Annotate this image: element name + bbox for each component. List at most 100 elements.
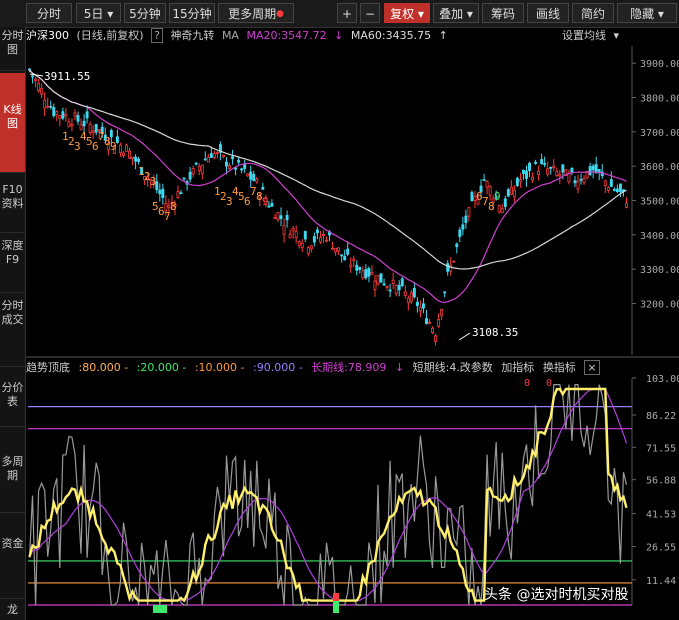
indicator-axis-label: 41.53 (646, 509, 676, 520)
candle-body (412, 287, 416, 298)
indicator-axis-label: 26.55 (646, 542, 676, 553)
candle-body (82, 120, 86, 127)
candle-body (367, 268, 371, 277)
candle-body (603, 180, 607, 186)
candle-body (458, 229, 462, 237)
candle-body (225, 161, 228, 167)
nine-turn-count: 9 (262, 195, 269, 208)
candle-body (297, 241, 301, 247)
candle-body (306, 247, 310, 254)
candle-body (94, 123, 98, 133)
candle-body (49, 105, 53, 108)
candle-body (309, 245, 313, 250)
candle-body (118, 144, 122, 154)
candle-body (243, 163, 247, 169)
candle-body (346, 248, 350, 255)
level-10: :10.000 - (194, 361, 245, 374)
candle-body (246, 173, 250, 177)
candle-body (388, 289, 392, 292)
candle-body (291, 228, 295, 232)
candle-body (158, 189, 162, 195)
candle-body (588, 166, 592, 175)
candle-body (397, 284, 401, 291)
long-line (28, 388, 628, 602)
bottom-signal-marker (153, 605, 167, 613)
candle-body (482, 179, 486, 182)
short-line-value[interactable]: 短期线:4.改参数 (413, 361, 493, 374)
candle-body (379, 273, 383, 283)
candle-body (312, 236, 316, 243)
ma60-line (29, 69, 627, 270)
candle-body (425, 318, 428, 324)
candle-body (555, 170, 559, 176)
candle-body (76, 115, 80, 122)
add-indicator-button[interactable]: 加指标 (501, 361, 534, 374)
candle-body (440, 308, 444, 316)
candle-body (525, 170, 528, 179)
close-icon[interactable]: × (584, 360, 600, 375)
price-axis-label: 3200.00 (640, 300, 679, 311)
long-line-value: 长期线:78.909 (311, 361, 387, 374)
switch-indicator-button[interactable]: 换指标 (543, 361, 576, 374)
candle-body (279, 215, 283, 219)
candle-body (52, 107, 56, 117)
low-pointer (458, 332, 471, 341)
price-axis-label: 3300.00 (640, 265, 679, 276)
candle-body (161, 188, 165, 198)
candle-body (552, 165, 556, 169)
arrow-down-icon: ↓ (394, 361, 405, 374)
candle-body (403, 291, 407, 296)
indicator-title[interactable]: 趋势顶底 (26, 361, 70, 374)
candle-body (428, 321, 431, 324)
candle-body (528, 162, 531, 172)
candle-body (515, 177, 519, 186)
candle-body (31, 75, 35, 78)
candle-body (488, 186, 492, 196)
candle-body (409, 292, 413, 302)
price-axis-label: 3800.00 (640, 94, 679, 105)
nine-turn-count: 9 (110, 140, 117, 153)
candle-body (540, 159, 544, 164)
candle-body (543, 163, 547, 165)
candle-body (561, 164, 565, 173)
candle-body (355, 264, 359, 271)
candle-body (591, 165, 595, 171)
candle-body (470, 192, 474, 202)
candle-body (618, 183, 622, 193)
candle-body (576, 180, 580, 190)
candle-body (128, 150, 131, 159)
candle-body (606, 187, 610, 191)
candle-body (79, 124, 83, 130)
candle-body (385, 285, 389, 288)
candle-body (521, 169, 525, 174)
candle-body (340, 254, 344, 257)
candle-body (531, 176, 535, 181)
candle-body (288, 234, 292, 239)
candle-body (406, 297, 410, 303)
candle-body (270, 203, 274, 207)
candle-body (391, 279, 395, 284)
candle-body (415, 301, 419, 307)
price-axis-label: 3700.00 (640, 128, 679, 139)
high-price-label: 3911.55 (44, 70, 90, 83)
candle-body (615, 188, 619, 193)
candle-body (215, 152, 219, 155)
candle-body (131, 156, 135, 159)
candle-body (46, 105, 50, 108)
candle-body (594, 164, 598, 174)
short-osc-line (28, 384, 628, 606)
candle-body (115, 136, 119, 143)
candle-body (67, 121, 71, 128)
candle-body (203, 158, 207, 161)
candle-body (209, 153, 213, 158)
candle-body (446, 263, 450, 272)
candle-body (176, 191, 180, 198)
candle-body (331, 247, 335, 250)
watermark: 头条 @选对时机买对股 (484, 587, 629, 603)
candle-body (579, 178, 583, 181)
candle-body (464, 215, 468, 223)
candle-body (461, 224, 465, 230)
kline-chart[interactable]: 3900.00 3800.00 3700.00 3600.00 3500.00 3400.… (0, 0, 679, 620)
candle-body (206, 156, 210, 163)
candle-body (361, 270, 365, 279)
